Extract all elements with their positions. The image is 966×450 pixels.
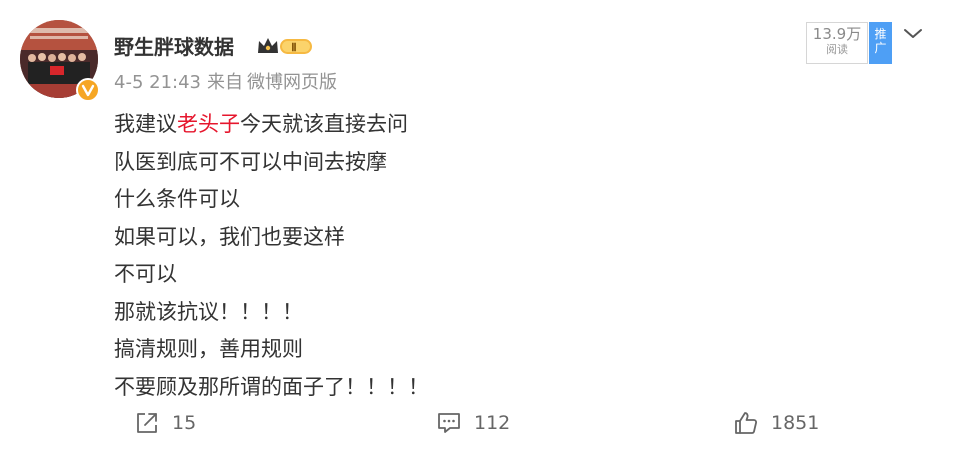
post-source[interactable]: 微博网页版	[247, 72, 337, 93]
comment-icon	[438, 413, 460, 433]
post-line: 我建议老头子今天就该直接去问	[114, 106, 429, 144]
post-text-segment: 今天就该直接去问	[240, 112, 408, 136]
promote-button[interactable]: 推广	[869, 22, 892, 64]
post-line: 那就该抗议！！！！	[114, 299, 303, 324]
post-line: 不要顾及那所谓的面子了！！！！	[114, 374, 429, 399]
comment-button[interactable]: 112	[436, 407, 510, 439]
source-prefix: 来自	[207, 72, 243, 93]
repost-button[interactable]: 15	[134, 407, 196, 439]
post-line: 什么条件可以	[114, 187, 240, 211]
weibo-post-card: 野生胖球数据 Ⅱ 4-5 21:43 来自 微博网页版 13.9万 阅读 推广 我建…	[0, 0, 966, 450]
verified-v-icon	[76, 78, 100, 102]
thumbs-up-icon	[735, 412, 758, 434]
post-line: 不可以	[114, 262, 177, 286]
post-meta: 4-5 21:43 来自 微博网页版	[114, 68, 337, 94]
read-count: 13.9万	[812, 25, 862, 43]
comment-count: 112	[474, 412, 511, 434]
read-label: 阅读	[826, 43, 848, 56]
post-line: 队医到底可不可以中间去按摩	[114, 149, 387, 174]
like-count: 1851	[771, 412, 820, 434]
read-count-box: 13.9万 阅读	[806, 22, 868, 64]
post-text: 我建议老头子今天就该直接去问 队医到底可不可以中间去按摩 什么条件可以 如果可以…	[114, 106, 429, 406]
repost-icon	[137, 413, 157, 433]
post-line: 如果可以，我们也要这样	[114, 224, 345, 249]
chevron-down-icon[interactable]	[902, 26, 924, 42]
post-time[interactable]: 4-5 21:43	[114, 72, 201, 93]
author-name[interactable]: 野生胖球数据	[114, 31, 234, 60]
level-badge-text: Ⅱ	[291, 42, 296, 54]
post-line: 搞清规则，善用规则	[114, 337, 303, 361]
like-button[interactable]: 1851	[733, 407, 819, 439]
highlight-keyword: 老头子	[177, 112, 240, 136]
crown-level-icon[interactable]: Ⅱ	[256, 35, 314, 57]
repost-count: 15	[172, 412, 197, 434]
post-text-segment: 我建议	[114, 112, 177, 136]
